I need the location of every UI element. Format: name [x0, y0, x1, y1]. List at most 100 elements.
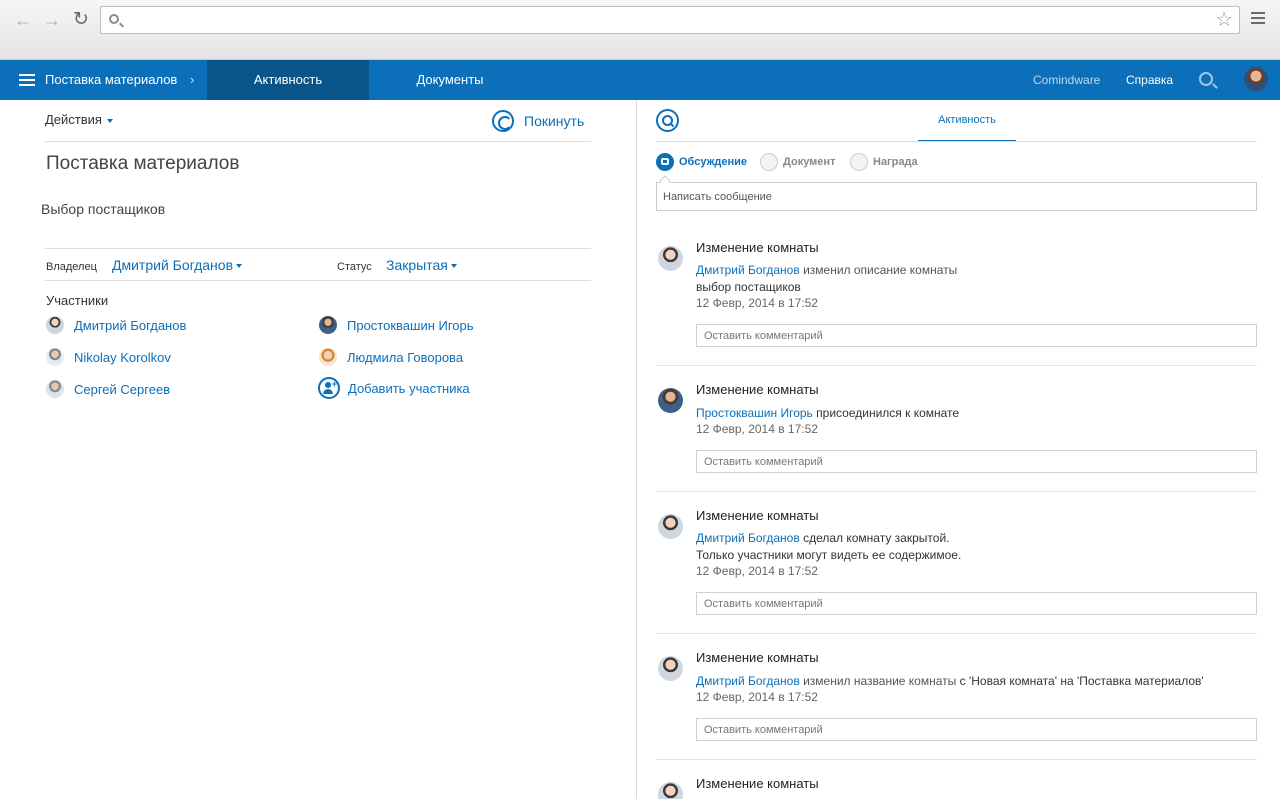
- activity-search-icon[interactable]: [656, 109, 679, 132]
- member-item[interactable]: Сергей Сергеев: [46, 379, 170, 399]
- caret-down-icon: [106, 118, 113, 123]
- help-link[interactable]: Справка: [1126, 60, 1173, 100]
- message-input[interactable]: [656, 182, 1257, 211]
- entry-title: Изменение комнаты: [696, 240, 819, 255]
- status-label: Статус: [337, 261, 372, 273]
- leave-button[interactable]: Покинуть: [492, 109, 584, 133]
- hamburger-menu-icon[interactable]: [19, 74, 35, 86]
- tab-documents[interactable]: Документы: [369, 60, 531, 100]
- member-name: Дмитрий Богданов: [74, 317, 187, 333]
- entry-title: Изменение комнаты: [696, 382, 819, 397]
- subtab-award[interactable]: Награда: [850, 151, 918, 173]
- author-link[interactable]: Дмитрий Богданов: [696, 674, 800, 688]
- divider: [656, 491, 1257, 492]
- status-dropdown[interactable]: Закрытая: [386, 257, 457, 273]
- avatar: [658, 514, 683, 539]
- avatar: [658, 246, 683, 271]
- room-details-pane: Действия Покинуть Поставка материалов Вы…: [0, 100, 636, 799]
- entry-date: 12 Февр, 2014 в 17:52: [696, 296, 818, 310]
- entry-action: присоединился к комнате: [816, 406, 960, 420]
- add-member-label: Добавить участника: [348, 380, 470, 396]
- actions-dropdown[interactable]: Действия: [45, 112, 113, 127]
- leave-label: Покинуть: [524, 113, 585, 129]
- entry-detail: Только участники могут видеть ее содержи…: [696, 548, 962, 562]
- member-item[interactable]: Людмила Говорова: [319, 347, 463, 367]
- app-header: Поставка материалов › Активность Докумен…: [0, 60, 1280, 100]
- avatar: [658, 782, 683, 799]
- divider: [45, 280, 591, 281]
- entry-date: 12 Февр, 2014 в 17:52: [696, 564, 818, 578]
- entry-text: Дмитрий Богданов сделал комнату закрытой…: [696, 531, 949, 545]
- entry-date: 12 Февр, 2014 в 17:52: [696, 690, 818, 704]
- status-value: Закрытая: [386, 257, 448, 273]
- author-link[interactable]: Простоквашин Игорь: [696, 406, 813, 420]
- subtab-document[interactable]: Документ: [760, 151, 835, 173]
- subtab-label: Обсуждение: [679, 156, 747, 168]
- comment-input[interactable]: [696, 324, 1257, 347]
- page-title: Поставка материалов: [46, 153, 240, 174]
- award-icon: [850, 153, 868, 171]
- member-item[interactable]: Дмитрий Богданов: [46, 315, 186, 335]
- entry-detail: выбор постащиков: [696, 280, 801, 294]
- user-avatar[interactable]: [1244, 67, 1268, 91]
- subtab-discussion[interactable]: Обсуждение: [656, 151, 747, 173]
- activity-entry: Изменение комнаты Простоквашин Игорь при…: [656, 382, 1257, 492]
- entry-action: изменил описание комнаты: [803, 263, 958, 277]
- browser-menu-icon[interactable]: [1251, 12, 1265, 24]
- owner-dropdown[interactable]: Дмитрий Богданов: [112, 257, 243, 273]
- breadcrumb-room[interactable]: Поставка материалов: [45, 60, 177, 100]
- entry-title: Изменение комнаты: [696, 508, 819, 523]
- paperclip-icon: [760, 153, 778, 171]
- actions-label: Действия: [45, 112, 102, 127]
- star-icon[interactable]: ☆: [1215, 9, 1233, 31]
- entry-text: Дмитрий Богданов изменил название комнат…: [696, 674, 1204, 688]
- entry-action-suffix: с 'Новая комната' на 'Поставка материало…: [959, 674, 1204, 688]
- avatar: [319, 316, 337, 334]
- entry-action: изменил название комнаты: [803, 674, 957, 688]
- add-member-button[interactable]: + Добавить участника: [318, 377, 470, 399]
- tab-activity[interactable]: Активность: [207, 60, 369, 100]
- author-link[interactable]: Дмитрий Богданов: [696, 263, 800, 277]
- brand-link[interactable]: Comindware: [1033, 60, 1100, 100]
- member-item[interactable]: Простоквашин Игорь: [319, 315, 474, 335]
- comment-input[interactable]: [696, 718, 1257, 741]
- entry-text: Дмитрий Богданов изменил описание комнат…: [696, 263, 957, 277]
- entry-title: Изменение комнаты: [696, 650, 819, 665]
- comment-input[interactable]: [696, 592, 1257, 615]
- activity-entry: Изменение комнаты: [656, 776, 1257, 799]
- divider: [45, 248, 591, 249]
- breadcrumb-chevron-icon: ›: [190, 72, 195, 87]
- avatar: [46, 380, 64, 398]
- subtab-label: Документ: [783, 156, 836, 168]
- entry-action: сделал комнату закрытой.: [803, 531, 950, 545]
- divider: [656, 759, 1257, 760]
- member-name: Простоквашин Игорь: [347, 317, 474, 333]
- members-heading: Участники: [46, 293, 109, 308]
- search-icon: [109, 14, 119, 24]
- caret-down-icon: [236, 264, 243, 269]
- entry-title: Изменение комнаты: [696, 776, 819, 791]
- avatar: [319, 348, 337, 366]
- back-arrow-icon[interactable]: ←: [13, 10, 33, 30]
- member-name: Nikolay Korolkov: [74, 349, 171, 365]
- member-item[interactable]: Nikolay Korolkov: [46, 347, 171, 367]
- tab-activity-feed[interactable]: Активность: [918, 100, 1016, 142]
- comment-input[interactable]: [696, 450, 1257, 473]
- caret-down-icon: [450, 264, 457, 269]
- header-search-icon[interactable]: [1199, 72, 1213, 86]
- discussion-icon: [656, 153, 674, 171]
- browser-toolbar: ← → ↻ ☆: [0, 0, 1280, 60]
- forward-arrow-icon[interactable]: →: [42, 10, 62, 30]
- room-description: Выбор постащиков: [41, 201, 166, 217]
- divider: [45, 141, 591, 142]
- address-bar[interactable]: ☆: [100, 6, 1240, 34]
- activity-pane: Активность Обсуждение Документ Награда И…: [637, 100, 1280, 799]
- avatar: [658, 388, 683, 413]
- author-link[interactable]: Дмитрий Богданов: [696, 531, 800, 545]
- owner-value: Дмитрий Богданов: [112, 257, 234, 273]
- owner-label: Владелец: [46, 261, 97, 273]
- reload-icon[interactable]: ↻: [71, 10, 91, 30]
- avatar: [46, 348, 64, 366]
- avatar: [46, 316, 64, 334]
- subtab-label: Награда: [873, 156, 918, 168]
